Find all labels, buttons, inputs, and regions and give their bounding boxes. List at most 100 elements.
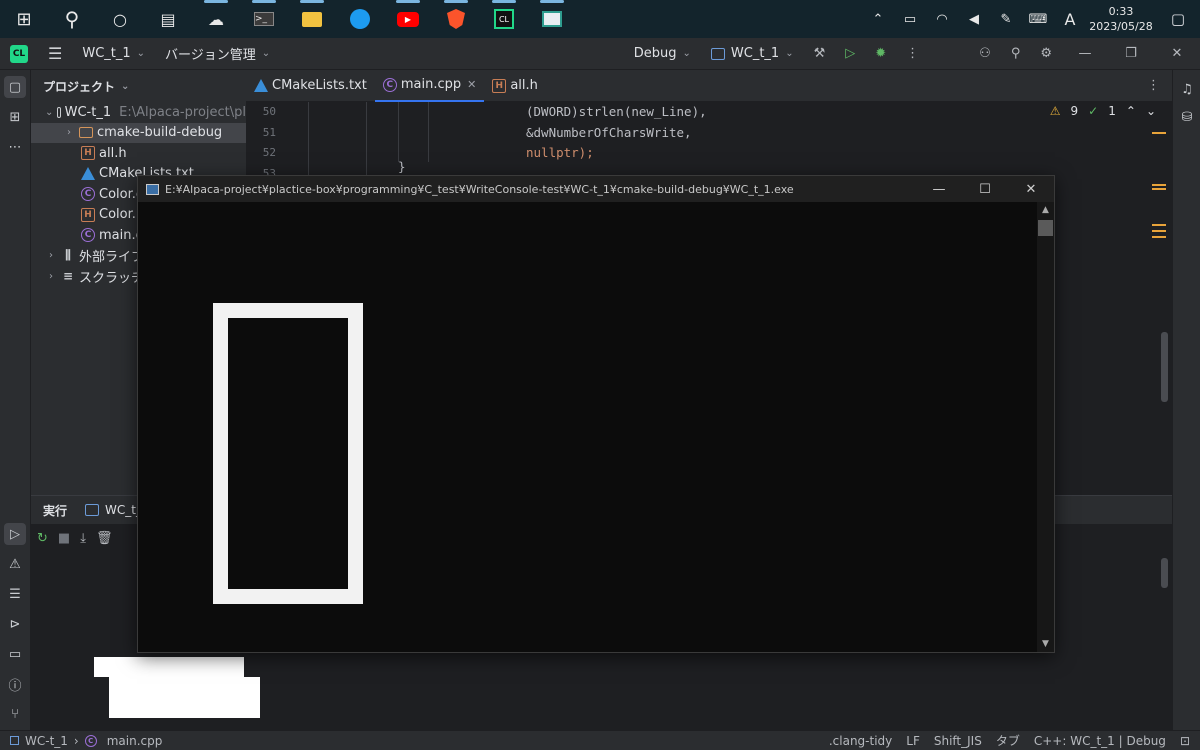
task-view-icon[interactable]: ▤ (144, 0, 192, 38)
cortana-icon[interactable]: ○ (96, 0, 144, 38)
error-stripe-marker[interactable] (1152, 224, 1166, 226)
trash-icon[interactable]: 🗑 (96, 531, 113, 546)
run-icon[interactable]: ▷ (835, 38, 865, 70)
main-menu-icon[interactable]: ☰ (38, 38, 72, 70)
error-stripe-marker[interactable] (1152, 188, 1166, 190)
restore-icon[interactable]: ❐ (1108, 38, 1154, 70)
chevron-down-icon: ⌄ (261, 48, 271, 59)
tab-cmakelists[interactable]: CMakeLists.txt (246, 70, 375, 102)
tab-options-icon[interactable]: ⋮ (1147, 78, 1172, 93)
scroll-thumb[interactable] (1038, 220, 1053, 236)
status-indent[interactable]: タブ (996, 732, 1020, 749)
console-output[interactable] (138, 202, 1038, 652)
volume-icon[interactable]: ◀ (958, 12, 990, 27)
build-hammer-icon[interactable]: ⚒ (804, 38, 836, 70)
header-file-icon: H (492, 78, 507, 93)
close-icon[interactable]: ✕ (1154, 38, 1200, 70)
close-icon[interactable]: ✕ (1008, 182, 1054, 197)
git-branch-icon[interactable]: ⑂ (4, 703, 26, 725)
console-scrollbar[interactable]: ▲ ▼ (1037, 202, 1054, 652)
run-config-selector[interactable]: WC_t_1 ⌄ (701, 38, 804, 70)
console-titlebar[interactable]: E:¥Alpaca-project¥plactice-box¥programmi… (138, 176, 1054, 202)
scroll-down-icon[interactable]: ▼ (1037, 636, 1054, 652)
database-icon[interactable]: ⛁ (1176, 106, 1198, 128)
project-selector[interactable]: WC_t_1 ⌄ (72, 38, 155, 70)
tree-item-all-h[interactable]: H all.h (31, 143, 246, 164)
error-stripe-marker[interactable] (1152, 230, 1166, 232)
ime-indicator[interactable]: A (1054, 10, 1086, 29)
inspection-widget[interactable]: ⚠ 9 ✓ 1 ⌃ ⌄ (1050, 104, 1156, 118)
chevron-down-icon: ⌄ (136, 48, 146, 59)
tab-all-h[interactable]: H all.h (484, 70, 546, 102)
project-folder-icon[interactable]: ▢ (4, 76, 26, 98)
chevron-right-icon[interactable]: › (45, 250, 57, 261)
vcs-menu[interactable]: バージョン管理 ⌄ (155, 38, 280, 70)
windows-start-icon[interactable]: ⊞ (0, 0, 48, 38)
wifi-icon[interactable]: ◠ (926, 12, 958, 27)
add-user-icon[interactable]: ⚇ (969, 38, 1001, 70)
clion-icon[interactable]: CL (480, 0, 528, 38)
system-clock[interactable]: 0:33 2023/05/28 (1086, 4, 1156, 34)
todo-list-icon[interactable]: ☰ (4, 583, 26, 605)
file-explorer-icon[interactable] (288, 0, 336, 38)
brave-browser-icon[interactable] (432, 0, 480, 38)
minimize-icon[interactable]: — (916, 182, 962, 197)
notification-icon[interactable]: ▢ (1156, 10, 1200, 28)
error-stripe-marker[interactable] (1152, 184, 1166, 186)
twitter-icon[interactable] (336, 0, 384, 38)
more-actions-icon[interactable]: ⋮ (896, 38, 929, 70)
library-icon: ⫼ (65, 248, 71, 263)
error-stripe-marker[interactable] (1152, 132, 1166, 134)
window-app-icon[interactable] (528, 0, 576, 38)
status-context[interactable]: C++: WC_t_1 | Debug (1034, 734, 1166, 748)
tree-item-cmake-build-debug[interactable]: › cmake-build-debug (31, 122, 246, 143)
editor-scrollbar[interactable] (1161, 332, 1168, 402)
chevron-down-icon[interactable]: ⌄ (45, 107, 53, 118)
services-icon[interactable]: ⊳ (4, 613, 26, 635)
maximize-icon[interactable]: ☐ (962, 182, 1008, 197)
scroll-to-end-icon[interactable]: ⤓ (80, 531, 86, 546)
status-line-separator[interactable]: LF (906, 734, 920, 748)
project-pane-header[interactable]: プロジェクト ⌄ (31, 70, 246, 102)
build-config-selector[interactable]: Debug ⌄ (624, 38, 701, 70)
status-linter[interactable]: .clang-tidy (829, 734, 892, 748)
settings-gear-icon[interactable]: ⚙ (1030, 38, 1062, 70)
console-window[interactable]: E:¥Alpaca-project¥plactice-box¥programmi… (137, 175, 1055, 653)
cloud-app-icon[interactable]: ☁ (192, 0, 240, 38)
scroll-up-icon[interactable]: ▲ (1037, 202, 1054, 218)
search-icon[interactable]: ⚲ (1001, 38, 1031, 70)
stop-icon[interactable]: ■ (58, 531, 70, 546)
problems-icon[interactable]: ⚠ (4, 553, 26, 575)
terminal-icon[interactable]: >_ (240, 0, 288, 38)
error-stripe-marker[interactable] (1152, 236, 1166, 238)
status-file[interactable]: main.cpp (107, 734, 163, 748)
minimize-icon[interactable]: — (1062, 38, 1108, 70)
chevron-up-icon[interactable]: ⌃ (1126, 104, 1136, 118)
keyboard-icon[interactable]: ⌨ (1022, 12, 1054, 27)
structure-icon[interactable]: ⊞ (4, 106, 26, 128)
more-tools-icon[interactable]: ⋯ (4, 136, 26, 158)
debug-bug-icon[interactable]: ✹ (865, 38, 896, 70)
status-encoding[interactable]: Shift_JIS (934, 734, 982, 748)
lock-icon[interactable]: ⊡ (1180, 734, 1190, 748)
run-config-label: WC_t_1 (730, 46, 780, 61)
chevron-right-icon[interactable]: › (63, 127, 75, 138)
tree-item-root[interactable]: ⌄ WC-t_1 E:\Alpaca-project\pl (31, 102, 246, 123)
chevron-up-icon[interactable]: ⌃ (862, 12, 894, 27)
info-icon[interactable]: ⓘ (4, 673, 26, 695)
run-scrollbar[interactable] (1161, 558, 1168, 588)
youtube-icon[interactable]: ▶ (384, 0, 432, 38)
notifications-bell-icon[interactable]: ♫ (1176, 78, 1198, 100)
chevron-down-icon[interactable]: ⌄ (1146, 104, 1156, 118)
search-icon[interactable]: ⚲ (48, 0, 96, 38)
run-tool-icon[interactable]: ▷ (4, 523, 26, 545)
close-tab-icon[interactable]: ✕ (467, 78, 476, 91)
battery-icon[interactable]: ▭ (894, 12, 926, 27)
rerun-icon[interactable]: ↻ (37, 531, 48, 546)
status-project[interactable]: WC-t_1 (25, 734, 68, 748)
terminal-icon[interactable]: ▭ (4, 643, 26, 665)
tab-main-cpp[interactable]: C main.cpp ✕ (374, 70, 485, 102)
desktop: ⊞ ⚲ ○ ▤ ☁ >_ ▶ CL ⌃ ▭ ◠ ◀ ✎ ⌨ A 0:33 202… (0, 0, 1200, 750)
chevron-right-icon[interactable]: › (45, 271, 57, 282)
pen-icon[interactable]: ✎ (990, 12, 1022, 27)
